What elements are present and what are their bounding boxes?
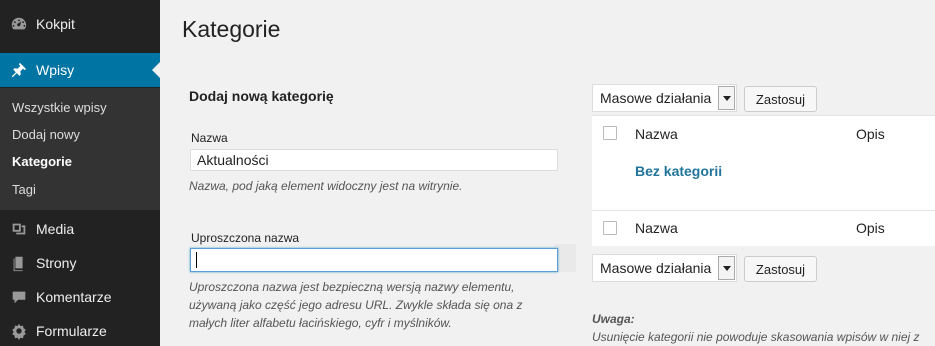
chevron-down-icon: [718, 256, 735, 280]
apply-button-bottom[interactable]: Zastosuj: [744, 256, 817, 282]
select-all-checkbox[interactable]: [603, 126, 617, 140]
dashboard-icon: [8, 14, 30, 34]
table-footer-row: Nazwa Opis: [592, 211, 935, 247]
comments-icon: [8, 287, 30, 307]
bulk-actions-value: Masowe działania: [600, 260, 712, 276]
category-name-input[interactable]: [190, 149, 558, 171]
name-description: Nazwa, pod jaką element widoczny jest na…: [189, 179, 463, 193]
menu-item-label: Strony: [36, 255, 77, 271]
forms-icon: [8, 321, 30, 341]
admin-sidebar: Kokpit Wpisy Wszystkie wpisy Dodaj nowy …: [0, 0, 160, 346]
note-text: Usunięcie kategorii nie powoduje skasowa…: [592, 330, 920, 344]
pages-icon: [8, 253, 30, 273]
pin-icon: [8, 60, 30, 80]
bulk-actions-value: Masowe działania: [600, 90, 712, 106]
slug-description-line3: małych liter alfabetu łacińskiego, cyfr …: [189, 316, 452, 330]
menu-item-komentarze[interactable]: Komentarze: [0, 280, 160, 314]
menu-item-media[interactable]: Media: [0, 212, 160, 246]
media-icon: [8, 219, 30, 239]
menu-item-label: Kokpit: [36, 16, 75, 32]
name-label: Nazwa: [191, 131, 228, 145]
slug-label: Uproszczona nazwa: [191, 231, 300, 245]
submenu-all-posts[interactable]: Wszystkie wpisy: [12, 100, 107, 115]
menu-item-label: Wpisy: [36, 62, 75, 78]
submenu-tags[interactable]: Tagi: [12, 182, 36, 197]
bulk-actions-select-bottom[interactable]: Masowe działania: [592, 254, 737, 282]
menu-item-wpisy[interactable]: Wpisy: [0, 53, 160, 87]
menu-item-strony[interactable]: Strony: [0, 246, 160, 280]
slug-description-line2: używaną jako część jego adresu URL. Zwyk…: [189, 298, 523, 312]
slug-description-line1: Uproszczona nazwa jest bezpieczną wersją…: [189, 280, 515, 294]
submenu-add-new[interactable]: Dodaj nowy: [12, 127, 80, 142]
category-slug-input[interactable]: [190, 248, 558, 272]
menu-item-label: Media: [36, 221, 75, 237]
menu-item-formularze[interactable]: Formularze: [0, 314, 160, 346]
text-caret: [196, 252, 197, 268]
column-footer-name[interactable]: Nazwa: [635, 220, 678, 236]
table-header-row: Nazwa Opis: [592, 116, 935, 152]
bulk-actions-select-top[interactable]: Masowe działania: [592, 84, 737, 112]
column-footer-description[interactable]: Opis: [856, 220, 885, 236]
menu-item-kokpit[interactable]: Kokpit: [0, 7, 160, 41]
menu-item-label: Formularze: [36, 323, 107, 339]
note-title: Uwaga:: [592, 312, 635, 326]
main-content: Kategorie Dodaj nową kategorię Nazwa Naz…: [160, 0, 935, 346]
apply-button-top[interactable]: Zastosuj: [744, 86, 817, 112]
page-title: Kategorie: [182, 16, 281, 42]
chevron-down-icon: [718, 86, 735, 110]
submenu-categories[interactable]: Kategorie: [12, 154, 72, 169]
column-header-name[interactable]: Nazwa: [635, 126, 678, 142]
select-all-checkbox-footer[interactable]: [603, 221, 617, 235]
menu-item-label: Komentarze: [36, 289, 112, 305]
table-row: Bez kategorii: [592, 152, 935, 210]
column-header-description[interactable]: Opis: [856, 126, 885, 142]
category-link[interactable]: Bez kategorii: [635, 163, 722, 179]
posts-submenu: Wszystkie wpisy Dodaj nowy Kategorie Tag…: [0, 88, 160, 210]
categories-table: Nazwa Opis Bez kategorii Nazwa Opis: [592, 115, 935, 246]
add-category-title: Dodaj nową kategorię: [189, 88, 334, 104]
